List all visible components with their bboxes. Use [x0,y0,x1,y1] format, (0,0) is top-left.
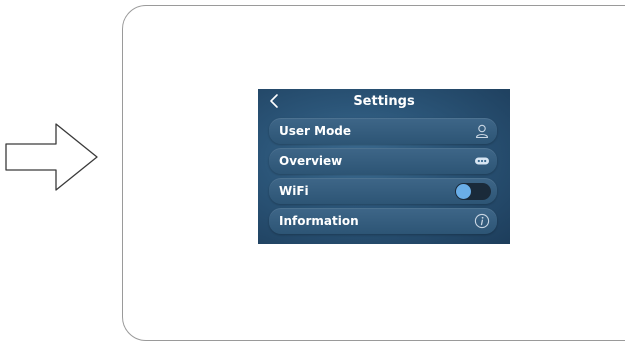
pointer-arrow-icon [5,123,98,191]
wifi-toggle[interactable] [455,183,491,200]
menu-item-label: User Mode [279,124,352,138]
settings-screen: Settings User Mode Overview WiFi Informa… [258,89,510,244]
toggle-knob [456,184,471,199]
ellipsis-icon [475,157,489,165]
menu-item-wifi[interactable]: WiFi [269,178,497,204]
menu-item-user-mode[interactable]: User Mode [269,118,497,144]
settings-menu: User Mode Overview WiFi Information [269,118,497,238]
menu-item-label: WiFi [279,184,309,198]
menu-item-label: Information [279,214,359,228]
menu-item-overview[interactable]: Overview [269,148,497,174]
page-title: Settings [353,94,415,109]
menu-item-information[interactable]: Information [269,208,497,234]
info-icon [474,213,490,229]
settings-header: Settings [258,89,510,117]
menu-item-label: Overview [279,154,343,168]
user-icon [475,124,489,139]
